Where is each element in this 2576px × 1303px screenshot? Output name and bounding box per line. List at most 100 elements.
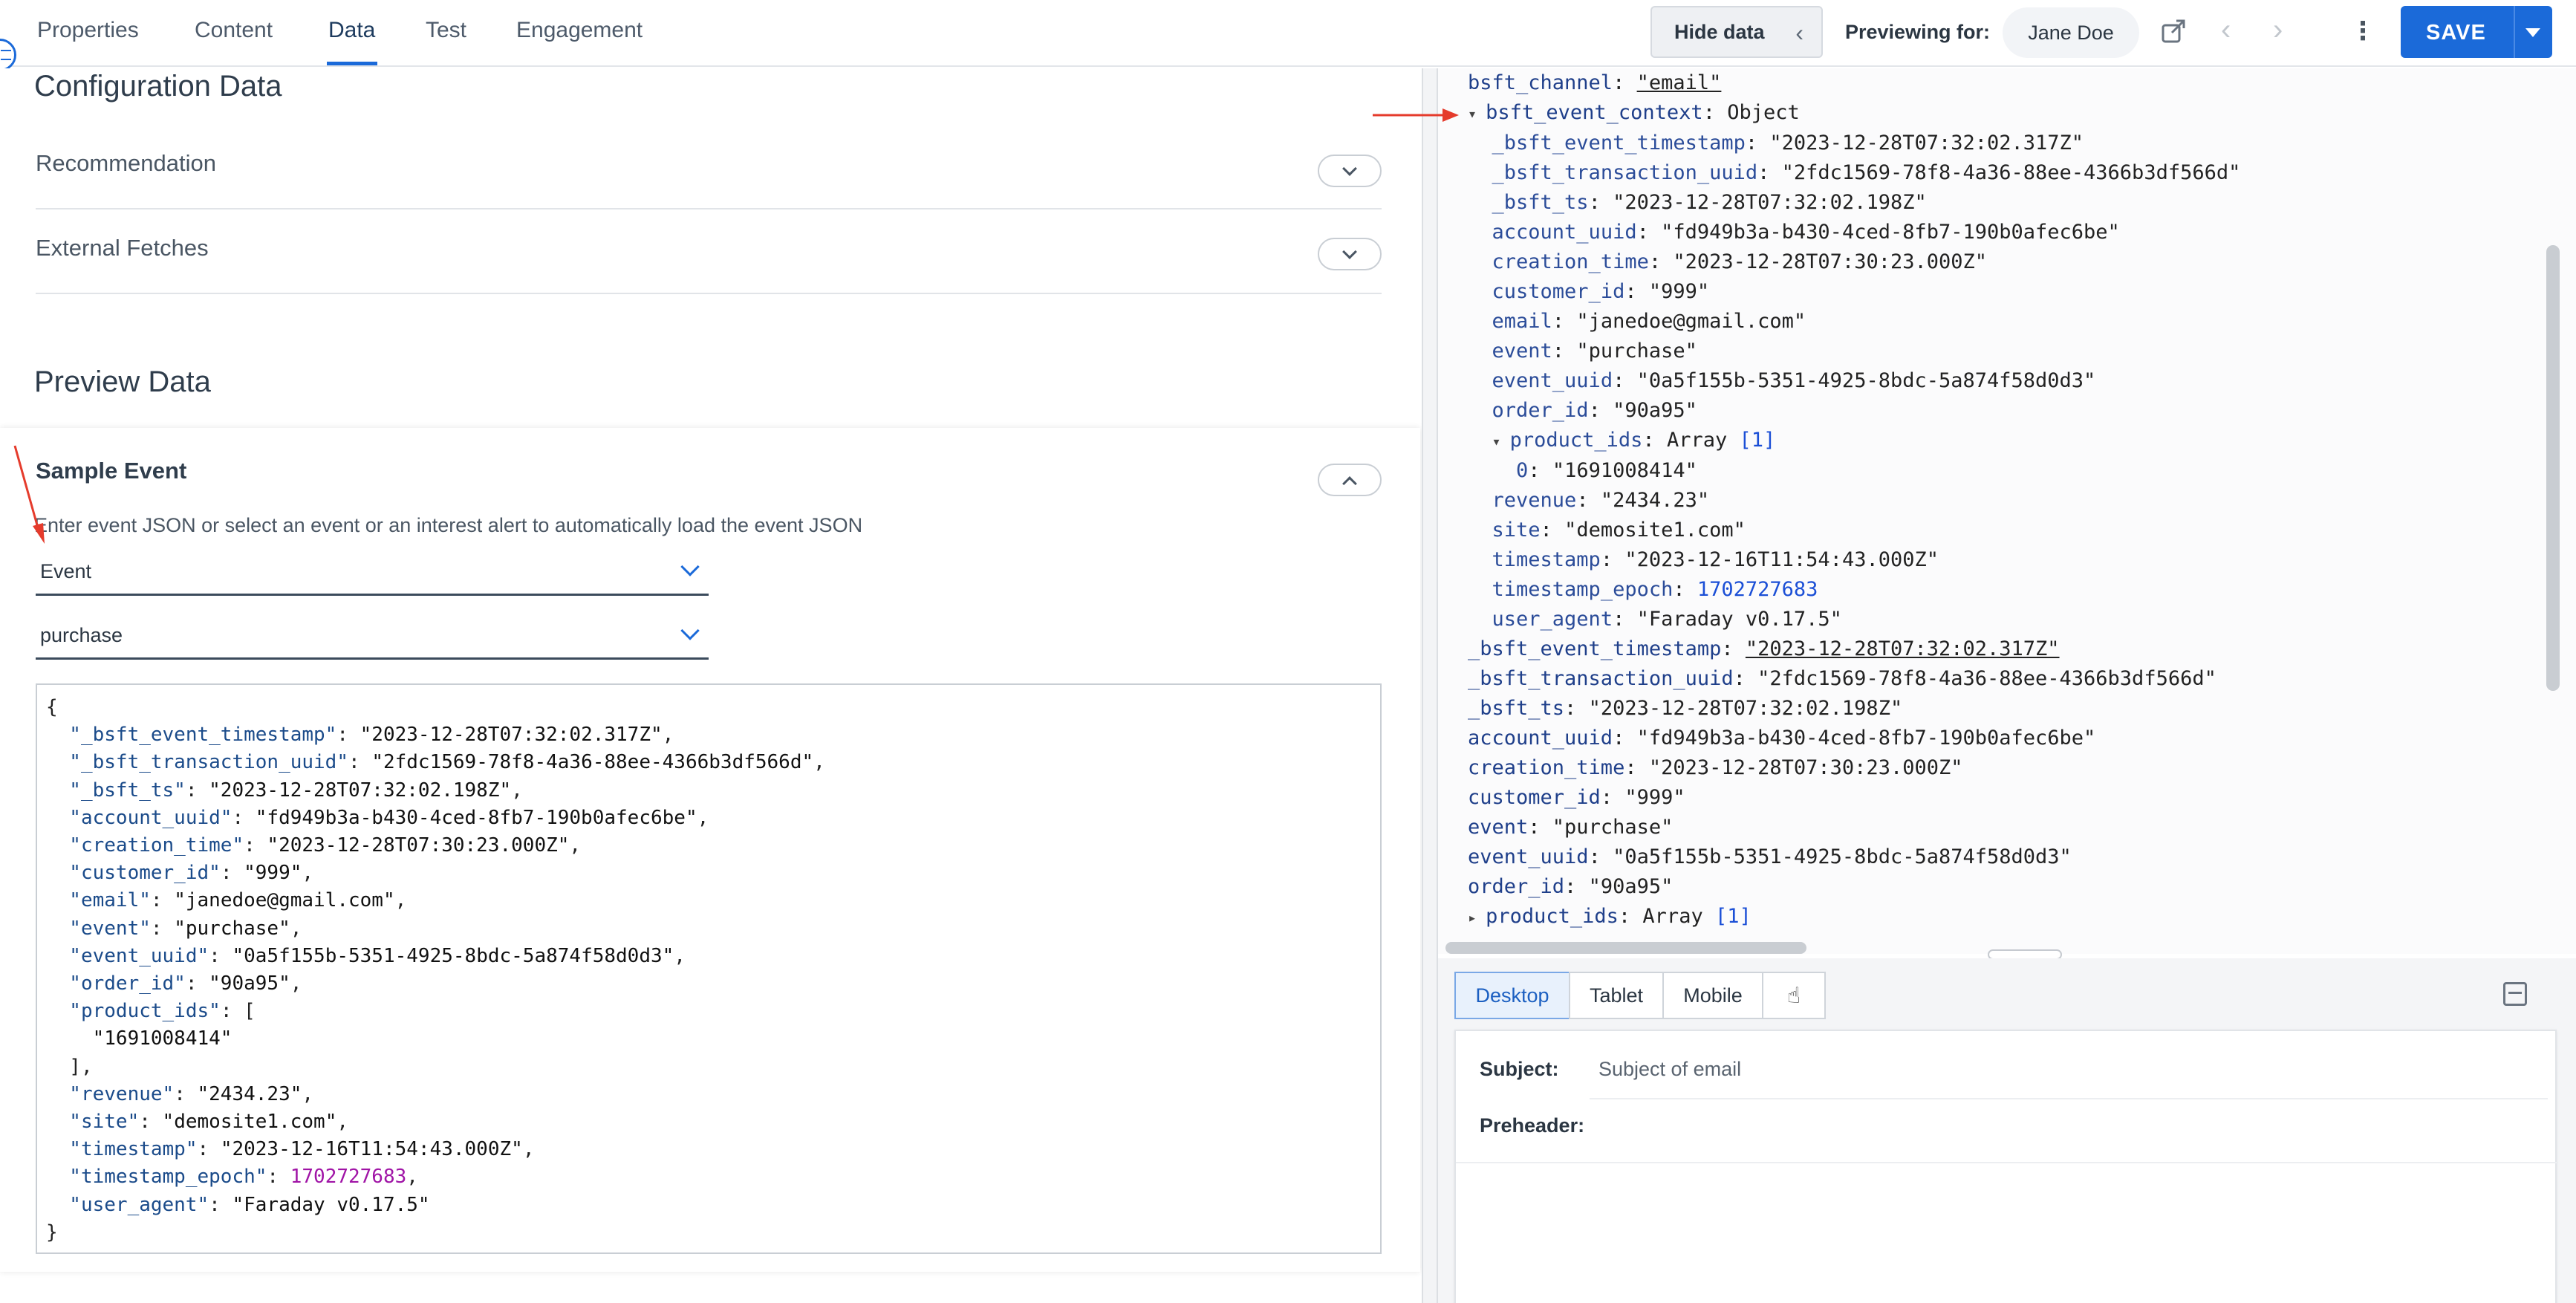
- inspector-tree-row[interactable]: event: "purchase": [1468, 337, 2240, 366]
- annotation-arrow-icon: [1373, 108, 1459, 122]
- inspector-token: 0: [1516, 459, 1529, 482]
- inspector-tree-row[interactable]: creation_time: "2023-12-28T07:30:23.000Z…: [1468, 247, 2240, 277]
- event-source-select[interactable]: Event: [36, 550, 709, 596]
- inspector-tree-row[interactable]: account_uuid: "fd949b3a-b430-4ced-8fb7-1…: [1468, 218, 2240, 247]
- inspector-tree-row[interactable]: customer_id: "999": [1468, 277, 2240, 307]
- vertical-scrollbar[interactable]: [2546, 245, 2560, 691]
- inspector-tree-row[interactable]: 0: "1691008414": [1468, 456, 2240, 486]
- tab-data[interactable]: Data: [328, 18, 375, 43]
- inspector-tree-row[interactable]: revenue: "2434.23": [1468, 486, 2240, 516]
- disclosure-triangle-icon[interactable]: ▾: [1492, 432, 1510, 450]
- inspector-tree-row[interactable]: _bsft_ts: "2023-12-28T07:32:02.198Z": [1468, 694, 2240, 724]
- inspector-tree-row[interactable]: ▾ product_ids: Array [1]: [1468, 426, 2240, 456]
- inspector-token: event_uuid: [1492, 369, 1613, 392]
- inspector-tree-row[interactable]: _bsft_transaction_uuid: "2fdc1569-78f8-4…: [1468, 158, 2241, 188]
- email-preview-area: Desktop Tablet Mobile ☝ Subject: Subject…: [1438, 958, 2576, 1303]
- inspector-token: :: [1613, 608, 1637, 631]
- save-button[interactable]: SAVE: [2401, 6, 2552, 58]
- inspector-token: "90a95": [1613, 399, 1697, 422]
- json-token: "_bsft_event_timestamp": [46, 724, 337, 747]
- inspector-token: "purchase": [1552, 816, 1674, 839]
- inspector-tree-row[interactable]: site: "demosite1.com": [1468, 516, 2240, 545]
- json-line: "_bsft_ts": "2023-12-28T07:32:02.198Z",: [46, 777, 1380, 805]
- inspector-tree-row[interactable]: customer_id: "999": [1468, 783, 2240, 813]
- inspector-tree-row[interactable]: email: "janedoe@gmail.com": [1468, 307, 2240, 337]
- preview-user-name: Jane Doe: [2028, 21, 2114, 44]
- inspector-tree-row[interactable]: event_uuid: "0a5f155b-5351-4925-8bdc-5a8…: [1468, 366, 2240, 396]
- disclosure-triangle-icon[interactable]: ▾: [1468, 105, 1486, 123]
- chevron-left-icon[interactable]: ‹: [2221, 13, 2231, 47]
- inspector-tree-row[interactable]: ▸ product_ids: Array [1]: [1468, 902, 2240, 932]
- inspector-lines: bsft_channel: "email" ▾ bsft_event_contex…: [1468, 68, 2240, 932]
- inspector-tree-row[interactable]: _bsft_ts: "2023-12-28T07:32:02.198Z": [1468, 188, 2240, 218]
- inspector-token: :: [1636, 221, 1662, 244]
- accordion-recommendation-label[interactable]: Recommendation: [36, 150, 216, 177]
- json-token: "customer_id": [46, 862, 221, 885]
- inspector-token: "2023-12-28T07:32:02.317Z": [1769, 131, 2084, 155]
- inspector-token: Array: [1642, 905, 1715, 928]
- event-json-editor[interactable]: { "_bsft_event_timestamp": "2023-12-28T0…: [36, 683, 1382, 1254]
- recommendation-expand-button[interactable]: [1318, 155, 1382, 187]
- inspector-tree-row[interactable]: ▾ bsft_event_context: Object: [1468, 98, 2240, 129]
- inspector-tree-row[interactable]: event_uuid: "0a5f155b-5351-4925-8bdc-5a8…: [1468, 842, 2240, 872]
- tab-engagement[interactable]: Engagement: [516, 18, 643, 43]
- inspector-token: _bsft_ts: [1468, 697, 1565, 720]
- inspector-token: "2023-12-28T07:30:23.000Z": [1673, 250, 1987, 273]
- preview-user-selector[interactable]: Jane Doe: [2003, 7, 2139, 58]
- external-fetches-expand-button[interactable]: [1318, 238, 1382, 270]
- device-tab-mobile[interactable]: Mobile: [1662, 972, 1763, 1019]
- inspector-tree-row[interactable]: bsft_channel: "email": [1468, 68, 2240, 98]
- panel-toggle-icon[interactable]: [2503, 982, 2527, 1006]
- inspector-token: [1468, 369, 1492, 392]
- accordion-external-fetches-label[interactable]: External Fetches: [36, 235, 209, 261]
- inspector-tree-row[interactable]: order_id: "90a95": [1468, 396, 2240, 426]
- tab-test[interactable]: Test: [426, 18, 466, 43]
- panel-resize-divider[interactable]: [1422, 68, 1438, 1303]
- inspector-token: :: [1757, 161, 1782, 184]
- disclosure-triangle-icon[interactable]: ▸: [1468, 909, 1486, 926]
- inspector-tree-row[interactable]: _bsft_event_timestamp: "2023-12-28T07:32…: [1468, 634, 2240, 664]
- inspector-token: email: [1492, 310, 1552, 333]
- json-line: "timestamp_epoch": 1702727683,: [46, 1163, 1380, 1191]
- inspector-tree-row[interactable]: user_agent: "Faraday v0.17.5": [1468, 605, 2240, 634]
- json-token: "fd949b3a-b430-4ced-8fb7-190b0afec6be": [255, 806, 697, 829]
- inspector-token: :: [1588, 845, 1613, 868]
- data-inspector-tree[interactable]: bsft_channel: "email" ▾ bsft_event_contex…: [1438, 68, 2576, 954]
- json-token: :: [185, 972, 209, 995]
- inspector-token: :: [1745, 131, 1770, 155]
- external-link-icon[interactable]: [2159, 16, 2188, 46]
- inspector-token: order_id: [1468, 875, 1565, 898]
- json-line: "email": "janedoe@gmail.com",: [46, 887, 1380, 914]
- inspector-token: product_ids: [1486, 905, 1619, 928]
- device-tab-desktop[interactable]: Desktop: [1454, 972, 1570, 1019]
- inspector-tree-row[interactable]: creation_time: "2023-12-28T07:30:23.000Z…: [1468, 753, 2240, 783]
- inspector-tree-row[interactable]: order_id: "90a95": [1468, 872, 2240, 902]
- inspector-token: _bsft_event_timestamp: [1468, 637, 1722, 660]
- tab-content[interactable]: Content: [195, 18, 273, 43]
- inspector-token: timestamp_epoch: [1492, 578, 1674, 601]
- tab-properties[interactable]: Properties: [37, 18, 139, 43]
- device-tab-tablet[interactable]: Tablet: [1569, 972, 1664, 1019]
- inspector-tree-row[interactable]: account_uuid: "fd949b3a-b430-4ced-8fb7-1…: [1468, 724, 2240, 753]
- json-token: ,: [406, 1166, 418, 1189]
- horizontal-scrollbar[interactable]: [1445, 942, 1806, 954]
- json-line: "user_agent": "Faraday v0.17.5": [46, 1192, 1380, 1219]
- previewing-for-label: Previewing for:: [1845, 21, 1991, 43]
- json-token: ],: [46, 1055, 93, 1078]
- json-token: ,: [290, 972, 302, 995]
- device-tab-interactive[interactable]: ☝: [1762, 972, 1826, 1019]
- inspector-tree-row[interactable]: timestamp: "2023-12-16T11:54:43.000Z": [1468, 545, 2240, 575]
- inspector-token: Array: [1666, 429, 1740, 452]
- inspector-tree-row[interactable]: timestamp_epoch: 1702727683: [1468, 575, 2240, 605]
- sample-event-collapse-button[interactable]: [1318, 464, 1382, 496]
- event-name-select[interactable]: purchase: [36, 614, 709, 660]
- inspector-tree-row[interactable]: _bsft_event_timestamp: "2023-12-28T07:32…: [1468, 129, 2240, 158]
- chevron-down-icon: [680, 557, 700, 576]
- inspector-tree-row[interactable]: event: "purchase": [1468, 813, 2240, 842]
- inspector-tree-row[interactable]: _bsft_transaction_uuid: "2fdc1569-78f8-4…: [1468, 664, 2240, 694]
- hide-data-button[interactable]: Hide data ‹: [1650, 6, 1823, 58]
- kebab-menu-icon[interactable]: ⋮: [2350, 16, 2375, 46]
- json-line: "event": "purchase",: [46, 915, 1380, 943]
- chevron-right-icon[interactable]: ›: [2273, 13, 2283, 47]
- caret-down-icon[interactable]: [2525, 28, 2540, 37]
